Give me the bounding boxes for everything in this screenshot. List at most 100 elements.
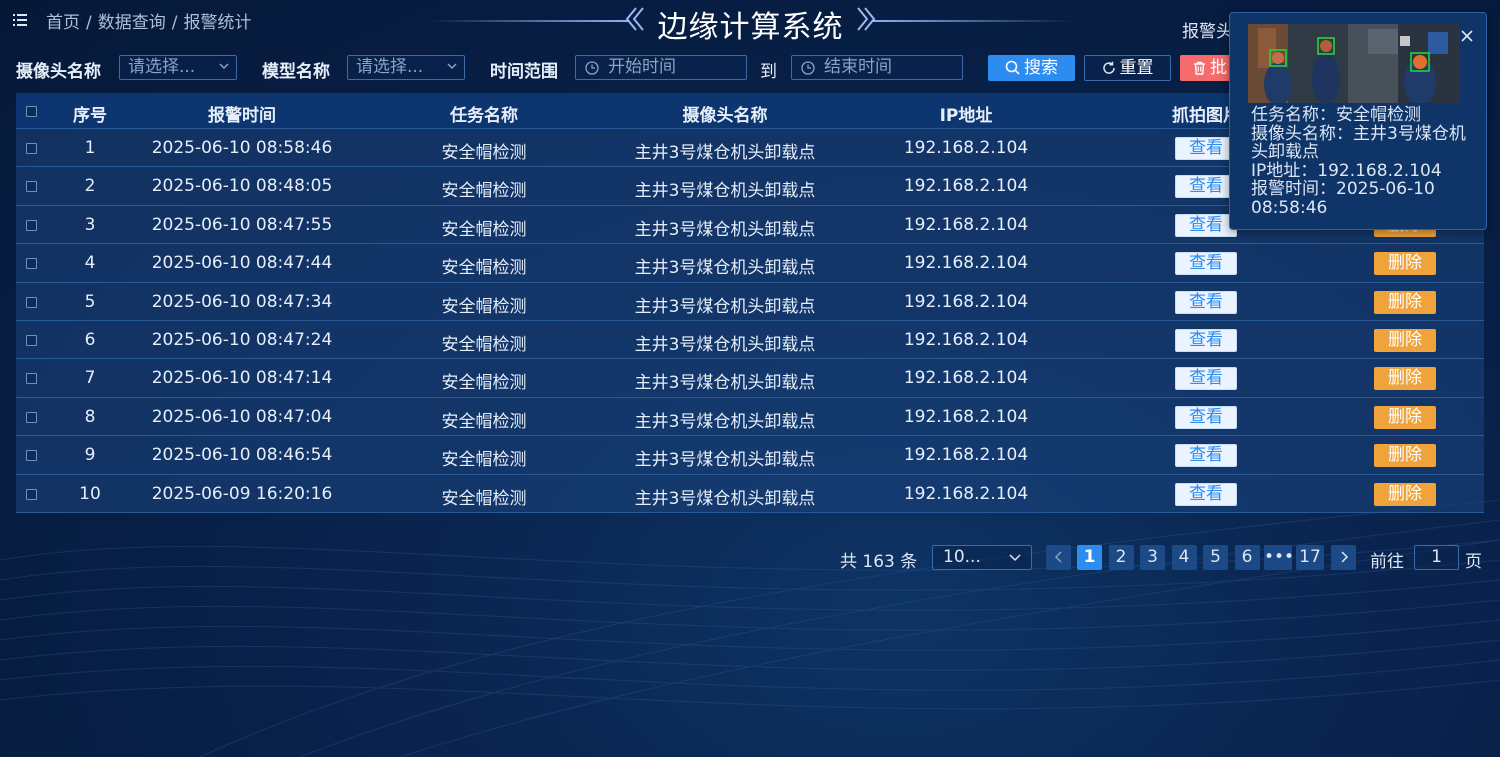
view-snapshot-button[interactable]: 查看 — [1175, 175, 1237, 199]
pagination: 共 163 条 10... 123456 ••• 17 前往 1 页 — [0, 544, 1500, 572]
cell-alarm-time: 2025-06-10 08:47:34 — [151, 291, 333, 312]
view-snapshot-button[interactable]: 查看 — [1175, 137, 1237, 160]
row-checkbox[interactable] — [26, 219, 37, 231]
delete-row-button[interactable]: 删除 — [1374, 367, 1436, 391]
popup-time: 报警时间：2025-06-10 08:58:46 — [1251, 179, 1435, 218]
popup-camera: 摄像头名称：主井3号煤仓机头卸载点 — [1251, 123, 1466, 163]
cell-index: 10 — [79, 483, 101, 504]
row-checkbox[interactable] — [26, 143, 37, 154]
refresh-icon — [1102, 61, 1115, 74]
model-filter-label: 模型名称 — [262, 62, 330, 82]
cell-ip-address: 192.168.2.104 — [903, 368, 1029, 389]
delete-row-button[interactable]: 删除 — [1374, 444, 1436, 468]
start-time-input[interactable]: 开始时间 — [575, 55, 747, 80]
delete-row-button[interactable]: 删除 — [1374, 252, 1436, 276]
view-snapshot-button[interactable]: 查看 — [1175, 367, 1237, 391]
delete-row-button[interactable]: 删除 — [1374, 405, 1436, 429]
col-header-index: 序号 — [73, 106, 107, 126]
delete-row-button[interactable]: 删除 — [1374, 290, 1436, 314]
page-button-2[interactable]: 2 — [1108, 545, 1134, 570]
camera-select[interactable]: 请选择... — [119, 55, 237, 80]
page-last[interactable]: 17 — [1296, 545, 1324, 570]
cell-camera-name: 主井3号煤仓机头卸载点 — [634, 258, 816, 279]
breadcrumb-current: 报警统计 — [183, 13, 252, 33]
breadcrumb-home[interactable]: 首页 — [46, 13, 80, 33]
end-time-input[interactable]: 结束时间 — [791, 55, 963, 80]
view-snapshot-button[interactable]: 查看 — [1175, 405, 1237, 429]
cell-index: 7 — [84, 368, 96, 389]
goto-page-input[interactable]: 1 — [1414, 545, 1459, 570]
breadcrumb-data-query[interactable]: 数据查询 — [98, 13, 166, 33]
col-header-ip: IP地址 — [939, 106, 993, 126]
page-button-4[interactable]: 4 — [1171, 545, 1197, 570]
delete-row-button[interactable]: 删除 — [1374, 482, 1436, 506]
cell-camera-name: 主井3号煤仓机头卸载点 — [634, 181, 816, 202]
row-checkbox[interactable] — [26, 373, 37, 385]
row-checkbox[interactable] — [26, 411, 37, 423]
cell-index: 6 — [84, 329, 96, 350]
page-size-select[interactable]: 10... — [932, 545, 1032, 570]
page-button-6[interactable]: 6 — [1234, 545, 1260, 570]
background-waves — [0, 500, 1500, 757]
cell-camera-name: 主井3号煤仓机头卸载点 — [634, 373, 816, 394]
cell-camera-name: 主井3号煤仓机头卸载点 — [634, 296, 816, 317]
view-snapshot-button[interactable]: 查看 — [1175, 252, 1237, 276]
range-to-label: 到 — [760, 62, 777, 82]
close-icon[interactable] — [1460, 29, 1474, 43]
row-checkbox[interactable] — [26, 334, 37, 346]
page-button-5[interactable]: 5 — [1203, 545, 1228, 570]
view-snapshot-button[interactable]: 查看 — [1175, 213, 1237, 237]
search-button-label: 搜索 — [1024, 58, 1058, 78]
cell-task-name: 安全帽检测 — [441, 488, 527, 509]
row-checkbox[interactable] — [26, 450, 37, 462]
table-row: 5 2025-06-10 08:47:34 安全帽检测 主井3号煤仓机头卸载点 192.… — [16, 282, 1484, 321]
select-all-checkbox[interactable] — [26, 106, 37, 117]
view-snapshot-button[interactable]: 查看 — [1175, 482, 1237, 506]
menu-icon[interactable] — [12, 12, 28, 28]
row-checkbox[interactable] — [26, 296, 37, 308]
cell-alarm-time: 2025-06-10 08:47:14 — [151, 368, 333, 389]
view-snapshot-button[interactable]: 查看 — [1175, 290, 1237, 314]
cell-camera-name: 主井3号煤仓机头卸载点 — [634, 143, 816, 163]
table-row: 4 2025-06-10 08:47:44 安全帽检测 主井3号煤仓机头卸载点 192.… — [16, 244, 1484, 283]
cell-index: 4 — [84, 253, 96, 274]
cell-index: 8 — [84, 406, 96, 427]
cell-alarm-time: 2025-06-10 08:47:44 — [151, 253, 333, 274]
caret-down-icon — [1009, 554, 1021, 562]
cell-alarm-time: 2025-06-10 08:47:24 — [151, 329, 333, 350]
view-snapshot-button[interactable]: 查看 — [1175, 328, 1237, 352]
next-page-button[interactable] — [1331, 545, 1356, 570]
cell-camera-name: 主井3号煤仓机头卸载点 — [634, 450, 816, 471]
cell-alarm-time: 2025-06-10 08:46:54 — [151, 445, 333, 466]
cell-task-name: 安全帽检测 — [441, 450, 527, 471]
row-checkbox[interactable] — [26, 181, 37, 193]
cell-task-name: 安全帽检测 — [441, 143, 527, 163]
reset-button[interactable]: 重置 — [1084, 55, 1171, 81]
cell-ip-address: 192.168.2.104 — [903, 214, 1029, 235]
row-checkbox[interactable] — [26, 258, 37, 270]
table-row: 6 2025-06-10 08:47:24 安全帽检测 主井3号煤仓机头卸载点 192.… — [16, 320, 1484, 360]
end-time-placeholder: 结束时间 — [824, 57, 892, 77]
cell-ip-address: 192.168.2.104 — [903, 253, 1029, 274]
page-unit-label: 页 — [1465, 552, 1482, 572]
snapshot-scene — [1248, 24, 1460, 103]
row-checkbox[interactable] — [26, 488, 37, 500]
view-snapshot-button[interactable]: 查看 — [1175, 444, 1237, 468]
prev-page-button[interactable] — [1046, 545, 1071, 570]
search-icon — [1005, 60, 1020, 75]
app-title: 边缘计算系统 — [657, 10, 844, 45]
page-ellipsis[interactable]: ••• — [1264, 545, 1294, 570]
cell-ip-address: 192.168.2.104 — [903, 138, 1029, 158]
cell-ip-address: 192.168.2.104 — [903, 291, 1029, 312]
cell-alarm-time: 2025-06-10 08:47:04 — [151, 406, 333, 427]
model-select[interactable]: 请选择... — [347, 55, 465, 80]
page-button-3[interactable]: 3 — [1140, 545, 1165, 570]
cell-task-name: 安全帽检测 — [441, 219, 527, 240]
page-button-1[interactable]: 1 — [1077, 545, 1102, 570]
cell-camera-name: 主井3号煤仓机头卸载点 — [634, 411, 816, 432]
chevron-left-icon — [1054, 551, 1062, 563]
delete-row-button[interactable]: 删除 — [1374, 328, 1436, 352]
search-button[interactable]: 搜索 — [988, 55, 1075, 81]
alarm-detail-popup: 任务名称：安全帽检测 摄像头名称：主井3号煤仓机头卸载点 IP地址：192.16… — [1229, 12, 1487, 230]
time-range-label: 时间范围 — [490, 62, 558, 82]
